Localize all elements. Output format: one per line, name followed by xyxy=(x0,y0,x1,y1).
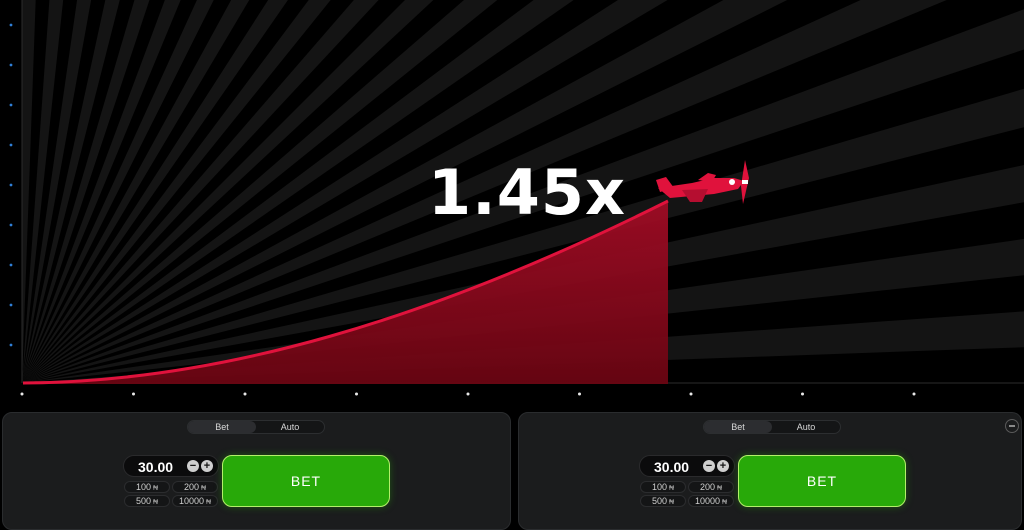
x-axis-dot xyxy=(578,392,581,396)
y-axis-dot xyxy=(9,63,13,67)
bet-amount-value: 30.00 xyxy=(138,459,174,475)
bet-amount-value: 30.00 xyxy=(654,459,690,475)
bet-panel-1: Bet Auto 30.00 − + 100 ₦ 200 ₦ 500 ₦ 10000 ₦… xyxy=(2,412,511,530)
y-axis-dot xyxy=(9,103,13,107)
quick-amount-200[interactable]: 200 ₦ xyxy=(172,481,218,493)
multiplier-display: 1.45x xyxy=(428,156,626,229)
quick-amount-10000[interactable]: 10000 ₦ xyxy=(172,495,218,507)
x-axis-dot xyxy=(243,392,247,396)
x-axis-dot xyxy=(689,392,693,396)
game-canvas: 1.45x xyxy=(0,0,1024,405)
y-axis-dot xyxy=(9,223,13,227)
y-axis-dot xyxy=(9,143,13,147)
decrease-amount-button[interactable]: − xyxy=(703,460,715,472)
tab-auto[interactable]: Auto xyxy=(256,421,324,433)
increase-amount-button[interactable]: + xyxy=(717,460,729,472)
bet-amount-input[interactable]: 30.00 − + xyxy=(123,455,219,477)
x-axis-dot xyxy=(801,392,804,396)
increase-amount-button[interactable]: + xyxy=(201,460,213,472)
bet-mode-tabs: Bet Auto xyxy=(703,420,841,434)
x-axis-dot xyxy=(355,392,358,396)
quick-amount-100[interactable]: 100 ₦ xyxy=(640,481,686,493)
remove-panel-button[interactable] xyxy=(1005,419,1019,433)
x-axis-dot xyxy=(20,392,24,396)
quick-amount-10000[interactable]: 10000 ₦ xyxy=(688,495,734,507)
tab-auto[interactable]: Auto xyxy=(772,421,840,433)
quick-amount-500[interactable]: 500 ₦ xyxy=(124,495,170,507)
x-axis-dot xyxy=(912,392,916,396)
y-axis-dot xyxy=(9,23,13,27)
x-axis-dots xyxy=(20,392,916,396)
tab-bet[interactable]: Bet xyxy=(188,421,256,433)
y-axis-dot xyxy=(9,343,13,347)
y-axis-dot xyxy=(9,303,13,307)
x-axis-dot xyxy=(132,392,135,396)
y-axis-dot xyxy=(9,183,13,187)
tab-bet[interactable]: Bet xyxy=(704,421,772,433)
bet-mode-tabs: Bet Auto xyxy=(187,420,325,434)
y-axis-dot xyxy=(9,263,13,267)
bet-button[interactable]: BET xyxy=(222,455,390,507)
bet-button[interactable]: BET xyxy=(738,455,906,507)
y-axis-dots xyxy=(9,23,13,347)
quick-amount-200[interactable]: 200 ₦ xyxy=(688,481,734,493)
decrease-amount-button[interactable]: − xyxy=(187,460,199,472)
bet-amount-input[interactable]: 30.00 − + xyxy=(639,455,735,477)
quick-amount-500[interactable]: 500 ₦ xyxy=(640,495,686,507)
quick-amount-100[interactable]: 100 ₦ xyxy=(124,481,170,493)
x-axis-dot xyxy=(466,392,470,396)
bet-panel-2: Bet Auto 30.00 − + 100 ₦ 200 ₦ 500 ₦ 10000 ₦… xyxy=(518,412,1022,530)
